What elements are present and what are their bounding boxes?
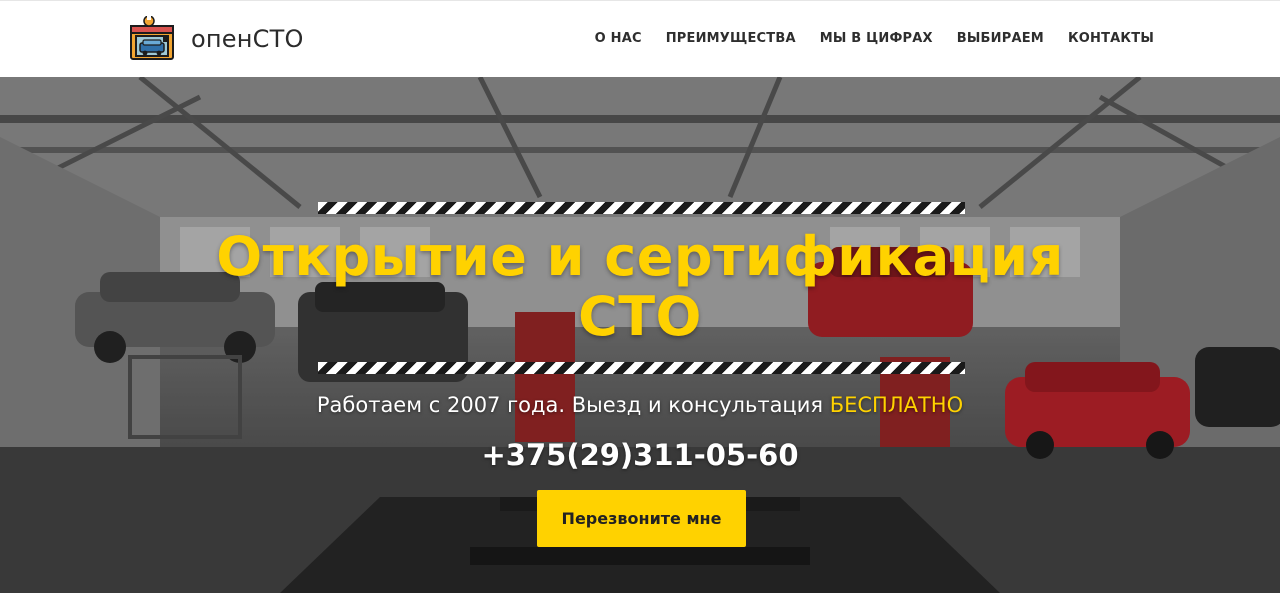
nav-item-advantages[interactable]: ПРЕИМУЩЕСТВА bbox=[666, 31, 796, 46]
main-nav: О НАС ПРЕИМУЩЕСТВА МЫ В ЦИФРАХ ВЫБИРАЕМ … bbox=[595, 31, 1154, 46]
hero-title-line1: Открытие и сертификация bbox=[216, 225, 1064, 288]
hero-subtitle-free: БЕСПЛАТНО bbox=[829, 393, 964, 417]
car-service-garage-icon bbox=[130, 16, 174, 60]
brand-logo[interactable]: опенСТО bbox=[129, 16, 304, 62]
callback-button[interactable]: Перезвоните мне bbox=[537, 490, 746, 547]
nav-item-contacts[interactable]: КОНТАКТЫ bbox=[1068, 31, 1154, 46]
nav-item-numbers[interactable]: МЫ В ЦИФРАХ bbox=[820, 31, 933, 46]
hero-subtitle: Работаем с 2007 года. Выезд и консультац… bbox=[140, 393, 1140, 417]
nav-item-choose[interactable]: ВЫБИРАЕМ bbox=[957, 31, 1044, 46]
hero-title-line2: СТО bbox=[578, 285, 702, 348]
hero-section: Открытие и сертификация СТО Работаем с 2… bbox=[0, 77, 1280, 593]
hazard-stripe-bottom bbox=[318, 362, 965, 374]
phone-number[interactable]: +375(29)311-05-60 bbox=[140, 438, 1140, 472]
nav-item-about[interactable]: О НАС bbox=[595, 31, 642, 46]
hazard-stripe-top bbox=[318, 202, 965, 214]
hero-subtitle-text: Работаем с 2007 года. Выезд и консультац… bbox=[316, 393, 830, 417]
site-header: опенСТО О НАС ПРЕИМУЩЕСТВА МЫ В ЦИФРАХ В… bbox=[0, 0, 1280, 77]
hero-title: Открытие и сертификация СТО bbox=[140, 227, 1140, 347]
brand-name: опенСТО bbox=[191, 25, 304, 53]
